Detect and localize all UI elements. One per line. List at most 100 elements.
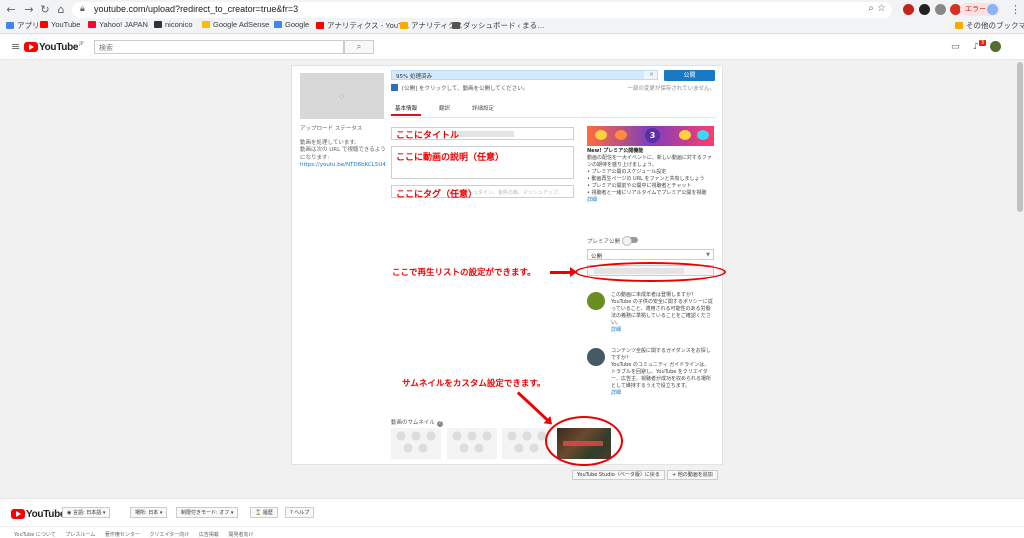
browser-menu-icon[interactable]: ⋮	[1010, 3, 1021, 16]
person-icon: ◉	[67, 510, 72, 516]
apps-grid-icon	[6, 22, 14, 29]
thumbnail-label: 動画のサムネイル?	[391, 418, 443, 427]
google-icon	[274, 21, 282, 28]
visibility-select[interactable]: 公開 ▼	[587, 249, 714, 260]
info-guidelines-title: コンテンツ全般に関するガイダンスをお探しですか？	[611, 348, 711, 361]
info-star-icon	[391, 84, 398, 91]
bookmark-yahoo[interactable]: Yahoo! JAPAN	[88, 20, 148, 29]
thumbnail-option[interactable]	[391, 428, 441, 459]
hourglass-icon: ⌛	[255, 510, 262, 516]
premiere-description: 動画の配信を一大イベントに、新しい動画に対するファンの期待を盛り上げましょう。	[587, 155, 712, 168]
zoom-and-star-icons[interactable]: ⌕ ☆	[868, 3, 886, 14]
info-minors-body: YouTube の子供の安全に関するポリシーに従っていること、適用される可能性の…	[611, 299, 713, 326]
processing-progress-text: 95% 処理済み	[396, 74, 432, 80]
info-minors-text: この動画に未成年者は登場しますか？ YouTube の子供の安全に関するポリシー…	[611, 292, 714, 334]
bookmark-label: YouTube	[51, 20, 81, 29]
bookmark-other[interactable]: その他のブックマーク	[955, 20, 1024, 31]
youtube-icon	[40, 21, 48, 28]
search-button[interactable]: ⌕	[344, 40, 374, 54]
publish-button[interactable]: 公開	[664, 70, 715, 81]
adblock-icon[interactable]	[903, 4, 914, 15]
restricted-mode-button[interactable]: 制限付きモード: オフ ▾	[176, 507, 239, 518]
annotation-ring-thumbnail	[545, 416, 623, 466]
help-label: ヘルプ	[294, 510, 310, 516]
bookmark-analytics-youtube[interactable]: アナリティクス - YouT…	[316, 20, 410, 31]
lock-icon: 🔒︎	[80, 4, 85, 14]
search-placeholder: 検索	[99, 44, 113, 52]
premiere-promo-number: 3	[645, 128, 660, 143]
footer-link-advertise[interactable]: 広告掲載	[199, 532, 219, 538]
history-button[interactable]: ⌛ 履歴	[250, 507, 278, 518]
tab-basic-info[interactable]: 基本情報	[391, 103, 422, 116]
history-label: 履歴	[262, 510, 273, 516]
info-guidelines-body: YouTube のコミュニティ ガイドラインは、トラブルを回避し、YouTube…	[611, 362, 711, 389]
extension-gear-icon[interactable]	[935, 4, 946, 15]
location-button[interactable]: 場所: 日本 ▾	[130, 507, 168, 518]
hamburger-menu-icon[interactable]: ≡	[11, 40, 20, 53]
video-url-link[interactable]: https://youtu.be/NTD6bKCL5U4	[300, 162, 386, 170]
footer-link-copyright[interactable]: 著作権センター	[105, 532, 140, 538]
bookmark-label: ダッシュボード ‹ まる…	[463, 21, 545, 30]
close-icon[interactable]: ×	[649, 71, 654, 78]
dashboard-icon	[452, 22, 460, 29]
help-button[interactable]: ? ヘルプ	[285, 507, 315, 518]
youtube-play-icon	[11, 509, 25, 519]
bookmark-label: アプリ	[17, 21, 40, 30]
title-value-redacted	[456, 131, 514, 137]
search-icon: ⌕	[356, 42, 362, 51]
premiere-detail-link[interactable]: 詳細	[587, 197, 714, 204]
profile-error-pill[interactable]: エラー	[960, 3, 1000, 16]
address-bar[interactable]: 🔒︎ youtube.com/upload?redirect_to_creato…	[72, 2, 892, 18]
home-icon[interactable]: ⌂	[54, 3, 68, 17]
language-button[interactable]: ◉ 言語: 日本語 ▾	[62, 507, 111, 518]
upload-status-url-note: 動画は次の URL で視聴できるようになります:	[300, 147, 386, 161]
youtube-logo[interactable]: YouTube JP	[24, 41, 84, 53]
loading-icon: ◌	[339, 93, 345, 100]
notifications-bell-icon[interactable]: ♪	[973, 42, 979, 52]
bookmarks-bar: アプリ YouTube Yahoo! JAPAN niconico Google…	[0, 19, 1024, 34]
info-minors-link[interactable]: 詳細	[611, 327, 621, 333]
premiere-bullet: • プレミア公開のスケジュール設定	[587, 169, 667, 175]
premiere-title: New! プレミア公開機能	[587, 148, 644, 154]
youtube-logo-region: JP	[79, 41, 84, 47]
footer-link-press[interactable]: プレスルーム	[65, 532, 95, 538]
bookmark-adsense[interactable]: Google AdSense	[202, 20, 269, 29]
search-input[interactable]: 検索	[94, 40, 344, 54]
account-avatar[interactable]	[990, 41, 1001, 52]
forward-arrow-icon[interactable]: →	[22, 3, 36, 17]
premiere-bullet: • プレミア公開前や公開中に視聴者とチャット	[587, 183, 692, 189]
annotation-tags: ここにタグ（任意）	[396, 190, 478, 200]
info-guidelines-link[interactable]: 詳細	[611, 390, 621, 396]
thumbnail-option[interactable]	[447, 428, 497, 459]
footer-link-creators[interactable]: クリエイター向け	[149, 532, 189, 538]
footer-link-developers[interactable]: 開発者向け	[228, 532, 253, 538]
footer-youtube-logo[interactable]: YouTube	[11, 509, 66, 520]
back-arrow-icon[interactable]: ←	[4, 3, 18, 17]
annotation-title: ここにタイトル	[396, 131, 460, 141]
chevron-down-icon: ▼	[706, 252, 710, 258]
tab-translation[interactable]: 翻訳	[435, 103, 454, 116]
annotation-playlist-note: ここで再生リストの設定ができます。	[392, 268, 536, 278]
upload-tabs: 基本情報 翻訳 詳細設定	[391, 103, 512, 116]
bookmark-apps[interactable]: アプリ	[6, 20, 40, 31]
reload-icon[interactable]: ↻	[38, 3, 52, 17]
add-more-videos-button[interactable]: + 他の動画を追加	[667, 470, 718, 480]
upload-status-processing: 動画を処理しています。	[300, 139, 360, 146]
page-scrollbar-thumb[interactable]	[1017, 62, 1023, 212]
bookmark-niconico[interactable]: niconico	[154, 20, 193, 29]
child-safety-icon	[587, 292, 605, 310]
footer-link-about[interactable]: YouTube について	[14, 532, 56, 538]
bookmark-youtube[interactable]: YouTube	[40, 20, 80, 29]
extension-x-icon[interactable]	[919, 4, 930, 15]
help-icon[interactable]: ?	[436, 421, 443, 427]
bookmark-dashboard[interactable]: ダッシュボード ‹ まる…	[452, 20, 545, 31]
premiere-toggle[interactable]	[622, 236, 638, 246]
premiere-info: New! プレミア公開機能 動画の配信を一大イベントに、新しい動画に対するファン…	[587, 148, 714, 204]
tab-advanced-settings[interactable]: 詳細設定	[468, 103, 498, 116]
bookmark-label: Google AdSense	[213, 20, 270, 29]
bookmark-google[interactable]: Google	[274, 20, 309, 29]
upload-video-icon[interactable]: ▭	[951, 42, 960, 52]
studio-return-button[interactable]: YouTube Studio（ベータ版）に戻る	[572, 470, 665, 480]
youtube-logo-text: YouTube	[39, 41, 79, 53]
url-text: youtube.com/upload?redirect_to_creator=t…	[94, 4, 299, 14]
